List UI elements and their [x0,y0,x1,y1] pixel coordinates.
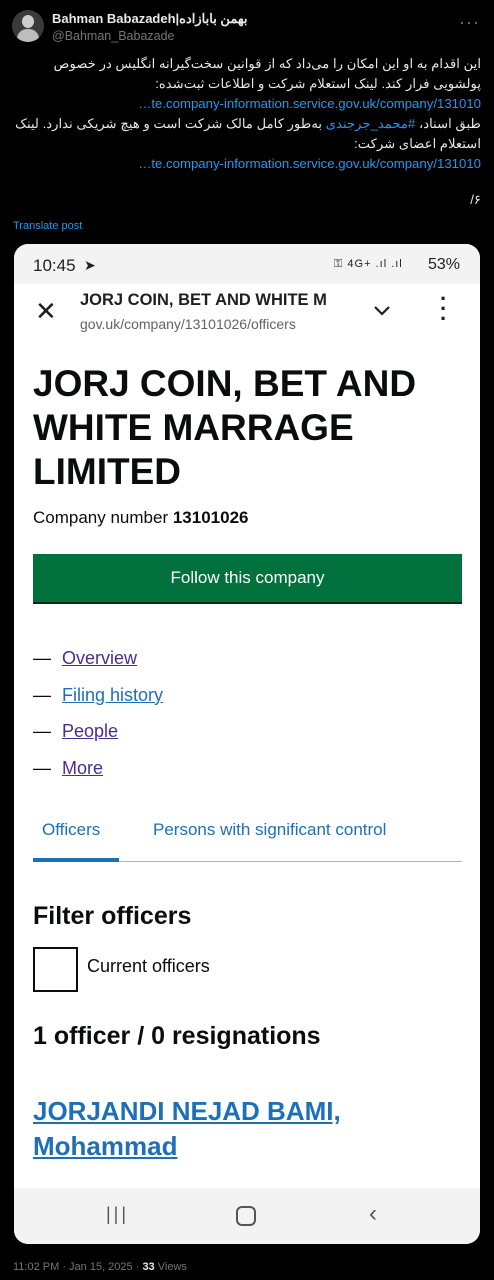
officer-name-line-1[interactable]: JORJANDI NEJAD BAMI, [33,1096,341,1126]
filter-officers-heading: Filter officers [33,902,192,930]
author-name[interactable]: Bahman Babazadeh|بهمن بابازاده [52,11,432,27]
people-link[interactable]: People [62,721,118,742]
battery-level: 53% [427,256,460,273]
nav-item-overview: — Overview [33,648,138,669]
current-officers-label[interactable]: Current officers [87,956,210,977]
recents-icon[interactable]: ||| [106,1204,129,1225]
follow-company-button[interactable]: Follow this company [33,554,462,604]
back-icon[interactable]: ‹ [369,1200,377,1228]
company-number-value: 13101026 [172,508,249,527]
more-link[interactable]: More [62,758,103,779]
browser-url-bar: ✕ JORJ COIN, BET AND WHITE M gov.uk/comp… [14,284,480,344]
tweet-text: این اقدام به او این امکان را می‌داد که ا… [12,54,481,210]
officer-count: 1 officer / 0 resignations [33,1022,321,1050]
home-icon[interactable] [236,1206,256,1226]
officer-name-link[interactable]: JORJANDI NEJAD BAMI, Mohammad [33,1094,453,1164]
thread-counter: ۶/ [470,192,481,207]
more-icon[interactable]: ··· [459,13,480,31]
nav-item-filing-history: — Filing history [33,684,164,706]
tweet-paragraph-2: طبق اسناد، #محمد_جرجندی به‌طور کامل مالک… [12,114,481,154]
nav-item-people: — People [33,721,119,742]
tweet-meta: 11:02 PM · Jan 15, 2025 · 33 Views [13,1261,187,1273]
company-number-label: Company number [33,508,173,527]
status-time: 10:45 [33,256,76,275]
tweet-paragraph-1: این اقدام به او این امکان را می‌داد که ا… [53,56,481,91]
company-link-1[interactable]: …te.company-information.service.gov.uk/c… [12,94,481,114]
attached-screenshot[interactable]: 10:45 ➤ ⚿ 4G+ .ıl .ıl 53% ✕ JORJ COIN, B… [14,244,480,1244]
filing-history-link[interactable]: Filing history [62,685,163,706]
telegram-icon: ➤ [84,257,96,273]
translate-post-link[interactable]: Translate post [13,220,82,232]
tab-officers[interactable]: Officers [42,820,100,840]
phone-status-bar: 10:45 ➤ ⚿ 4G+ .ıl .ıl 53% [14,244,480,284]
company-name: JORJ COIN, BET AND WHITE MARRAGE LIMITED [33,363,417,492]
officer-name-line-2[interactable]: Mohammad [33,1131,177,1161]
paragraph-2-start: طبق اسناد، [415,116,481,131]
page-tab-title: JORJ COIN, BET AND WHITE M [80,291,327,309]
overview-link[interactable]: Overview [62,648,137,669]
avatar-head [22,15,34,28]
menu-dots-icon[interactable]: · · · [440,288,447,330]
company-link-2[interactable]: …te.company-information.service.gov.uk/c… [12,154,481,174]
officer-tabs: Officers Persons with significant contro… [33,820,462,862]
signal-icons: ⚿ 4G+ .ıl .ıl [334,258,403,270]
tweet-author[interactable]: Bahman Babazadeh|بهمن بابازاده @Bahman_B… [52,11,432,44]
current-officers-checkbox[interactable] [33,947,78,992]
company-number: Company number 13101026 [33,508,248,528]
page-url[interactable]: gov.uk/company/13101026/officers [80,316,296,332]
author-handle[interactable]: @Bahman_Babazade [52,28,432,44]
tweet-timestamp[interactable]: 11:02 PM · Jan 15, 2025 · [13,1261,142,1273]
active-tab-indicator [33,858,119,862]
avatar[interactable] [12,10,44,42]
chevron-down-icon[interactable] [372,300,392,320]
tab-persons-with-significant-control[interactable]: Persons with significant control [153,820,386,840]
views-label: Views [154,1261,187,1273]
close-icon[interactable]: ✕ [35,298,57,324]
hashtag-link[interactable]: #محمد_جرجندی [326,116,416,131]
company-nav: — Overview — Filing history — People — More [33,648,163,794]
nav-item-more: — More [33,757,104,779]
views-count: 33 [142,1261,155,1273]
avatar-torso [17,29,39,42]
android-nav-bar: ||| ‹ [14,1188,480,1244]
